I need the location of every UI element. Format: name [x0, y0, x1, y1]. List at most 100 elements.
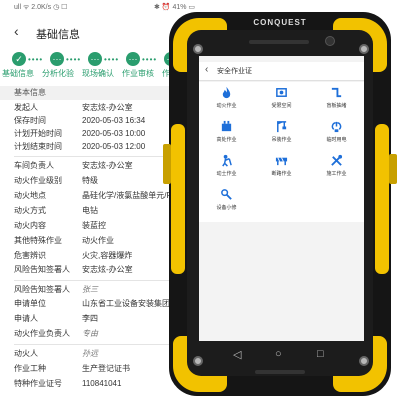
- row-key: 风险告知签署人: [14, 265, 70, 274]
- row-value: 2020-05-03 16:34: [82, 116, 146, 125]
- row-key: 危害辨识: [14, 251, 46, 260]
- tile-label: 动土作业: [216, 171, 237, 177]
- phone-screen: ‹ 安全作业证 动火作业 受限空间 盲板抽堵 高处作业 吊装作业 临时用电 动土…: [199, 56, 364, 341]
- bumper-right: [375, 124, 389, 274]
- tile-temp-power[interactable]: 临时用电: [309, 116, 364, 149]
- status-left: ull ᯤ 2.0K/s ◷ ☐: [14, 4, 68, 11]
- power-button[interactable]: [389, 154, 397, 184]
- row-key: 动火作业级别: [14, 176, 62, 185]
- permit-grid: 动火作业 受限空间 盲板抽堵 高处作业 吊装作业 临时用电 动土作业 断路作业 …: [199, 82, 364, 222]
- crane-icon: [275, 120, 288, 133]
- step-dots-icon: ···: [88, 52, 102, 66]
- row-key: 动火人: [14, 349, 38, 358]
- row-key: 申请单位: [14, 299, 46, 308]
- row-value: 安志炫-办公室: [82, 103, 133, 112]
- nav-back-icon[interactable]: ◁: [233, 348, 241, 361]
- bumper-left: [171, 124, 185, 274]
- row-value: 动火作业: [82, 236, 114, 245]
- tab-analysis[interactable]: 分析化验: [42, 68, 74, 79]
- tile-hot-work[interactable]: 动火作业: [199, 82, 254, 115]
- nav-recent-icon[interactable]: □: [317, 348, 324, 360]
- tile-label: 临时用电: [326, 137, 347, 143]
- row-value: 李四: [82, 314, 98, 323]
- back-icon[interactable]: ‹: [14, 23, 19, 39]
- power-icon: [330, 120, 343, 133]
- app-header: ‹ 安全作业证: [199, 62, 364, 81]
- row-value: 特级: [82, 176, 98, 185]
- flame-icon: [220, 86, 233, 99]
- tile-height-work[interactable]: 高处作业: [199, 116, 254, 149]
- tile-confined-space[interactable]: 受限空间: [254, 82, 309, 115]
- row-key: 保存时间: [14, 116, 46, 125]
- screw: [359, 44, 369, 54]
- construction-icon: [330, 154, 343, 167]
- row-key: 动火内容: [14, 221, 46, 230]
- row-key: 动火作业负责人: [14, 329, 70, 338]
- row-value: 安志炫-办公室: [82, 265, 133, 274]
- earpiece-speaker: [249, 40, 309, 44]
- row-key: 计划开始时间: [14, 129, 62, 138]
- signature-value: 孙远: [82, 349, 98, 358]
- tile-label: 动火作业: [216, 103, 237, 109]
- tile-label: 设备小修: [216, 205, 237, 211]
- step-dots-icon: ···: [126, 52, 140, 66]
- row-key: 风险告知签署人: [14, 285, 70, 294]
- row-key: 计划结束时间: [14, 142, 62, 151]
- row-value: 2020-05-03 10:00: [82, 129, 146, 138]
- step-connector: ••••: [28, 55, 44, 64]
- tile-label: 施工作业: [326, 171, 347, 177]
- tile-road-block[interactable]: 断路作业: [254, 150, 309, 183]
- confined-space-icon: [275, 86, 288, 99]
- row-key: 作业工种: [14, 364, 46, 373]
- tile-label: 高处作业: [216, 137, 237, 143]
- tile-maintenance[interactable]: 设备小修: [199, 184, 254, 217]
- tab-basic-info[interactable]: 基础信息: [2, 68, 34, 79]
- nav-home-icon[interactable]: ○: [275, 348, 282, 360]
- row-value: 安志炫-办公室: [82, 161, 133, 170]
- app-back-icon[interactable]: ‹: [205, 64, 208, 75]
- row-key: 动火地点: [14, 191, 46, 200]
- app-title: 安全作业证: [217, 68, 252, 75]
- row-key: 其他特殊作业: [14, 236, 62, 245]
- tile-blind-plate[interactable]: 盲板抽堵: [309, 82, 364, 115]
- row-value: 110841041: [82, 379, 122, 388]
- signature-value: 张三: [82, 285, 98, 294]
- tile-lifting[interactable]: 吊装作业: [254, 116, 309, 149]
- row-value: 生产登记证书: [82, 364, 130, 373]
- step-connector: ••••: [104, 55, 120, 64]
- row-key: 动火方式: [14, 206, 46, 215]
- signature-value: 专由: [82, 329, 98, 338]
- excavation-icon: [220, 154, 233, 167]
- step-connector: ••••: [66, 55, 82, 64]
- blind-plate-icon: [330, 86, 343, 99]
- tile-label: 盲板抽堵: [326, 103, 347, 109]
- row-value: 电钻: [82, 206, 98, 215]
- maintenance-icon: [220, 188, 233, 201]
- row-key: 发起人: [14, 103, 38, 112]
- volume-button[interactable]: [163, 144, 171, 184]
- row-key: 申请人: [14, 314, 38, 323]
- tile-label: 断路作业: [271, 171, 292, 177]
- row-value: 火灾,容器爆炸: [82, 251, 133, 260]
- bottom-speaker: [255, 370, 305, 374]
- step-check-icon: ✓: [12, 52, 26, 66]
- front-camera-icon: [325, 36, 335, 46]
- step-dots-icon: ···: [50, 52, 64, 66]
- tile-label: 吊装作业: [271, 137, 292, 143]
- row-key: 特种作业证号: [14, 379, 62, 388]
- nav-bar: ◁ ○ □: [199, 344, 364, 366]
- rugged-phone: CONQUEST ‹ 安全作业证 动火作业 受限空间 盲板抽堵 高处作业 吊装作…: [163, 4, 397, 398]
- tile-excavation[interactable]: 动土作业: [199, 150, 254, 183]
- tab-review[interactable]: 作业审核: [122, 68, 154, 79]
- page-title: 基础信息: [36, 29, 80, 41]
- tab-site-confirm[interactable]: 现场确认: [82, 68, 114, 79]
- brand-logo: CONQUEST: [253, 18, 307, 27]
- screw: [193, 44, 203, 54]
- row-key: 车间负责人: [14, 161, 54, 170]
- tile-construction[interactable]: 施工作业: [309, 150, 364, 183]
- road-block-icon: [275, 154, 288, 167]
- row-value: 2020-05-03 12:00: [82, 142, 146, 151]
- step-connector: ••••: [142, 55, 158, 64]
- row-value: 装蓝控: [82, 221, 106, 230]
- height-work-icon: [220, 120, 233, 133]
